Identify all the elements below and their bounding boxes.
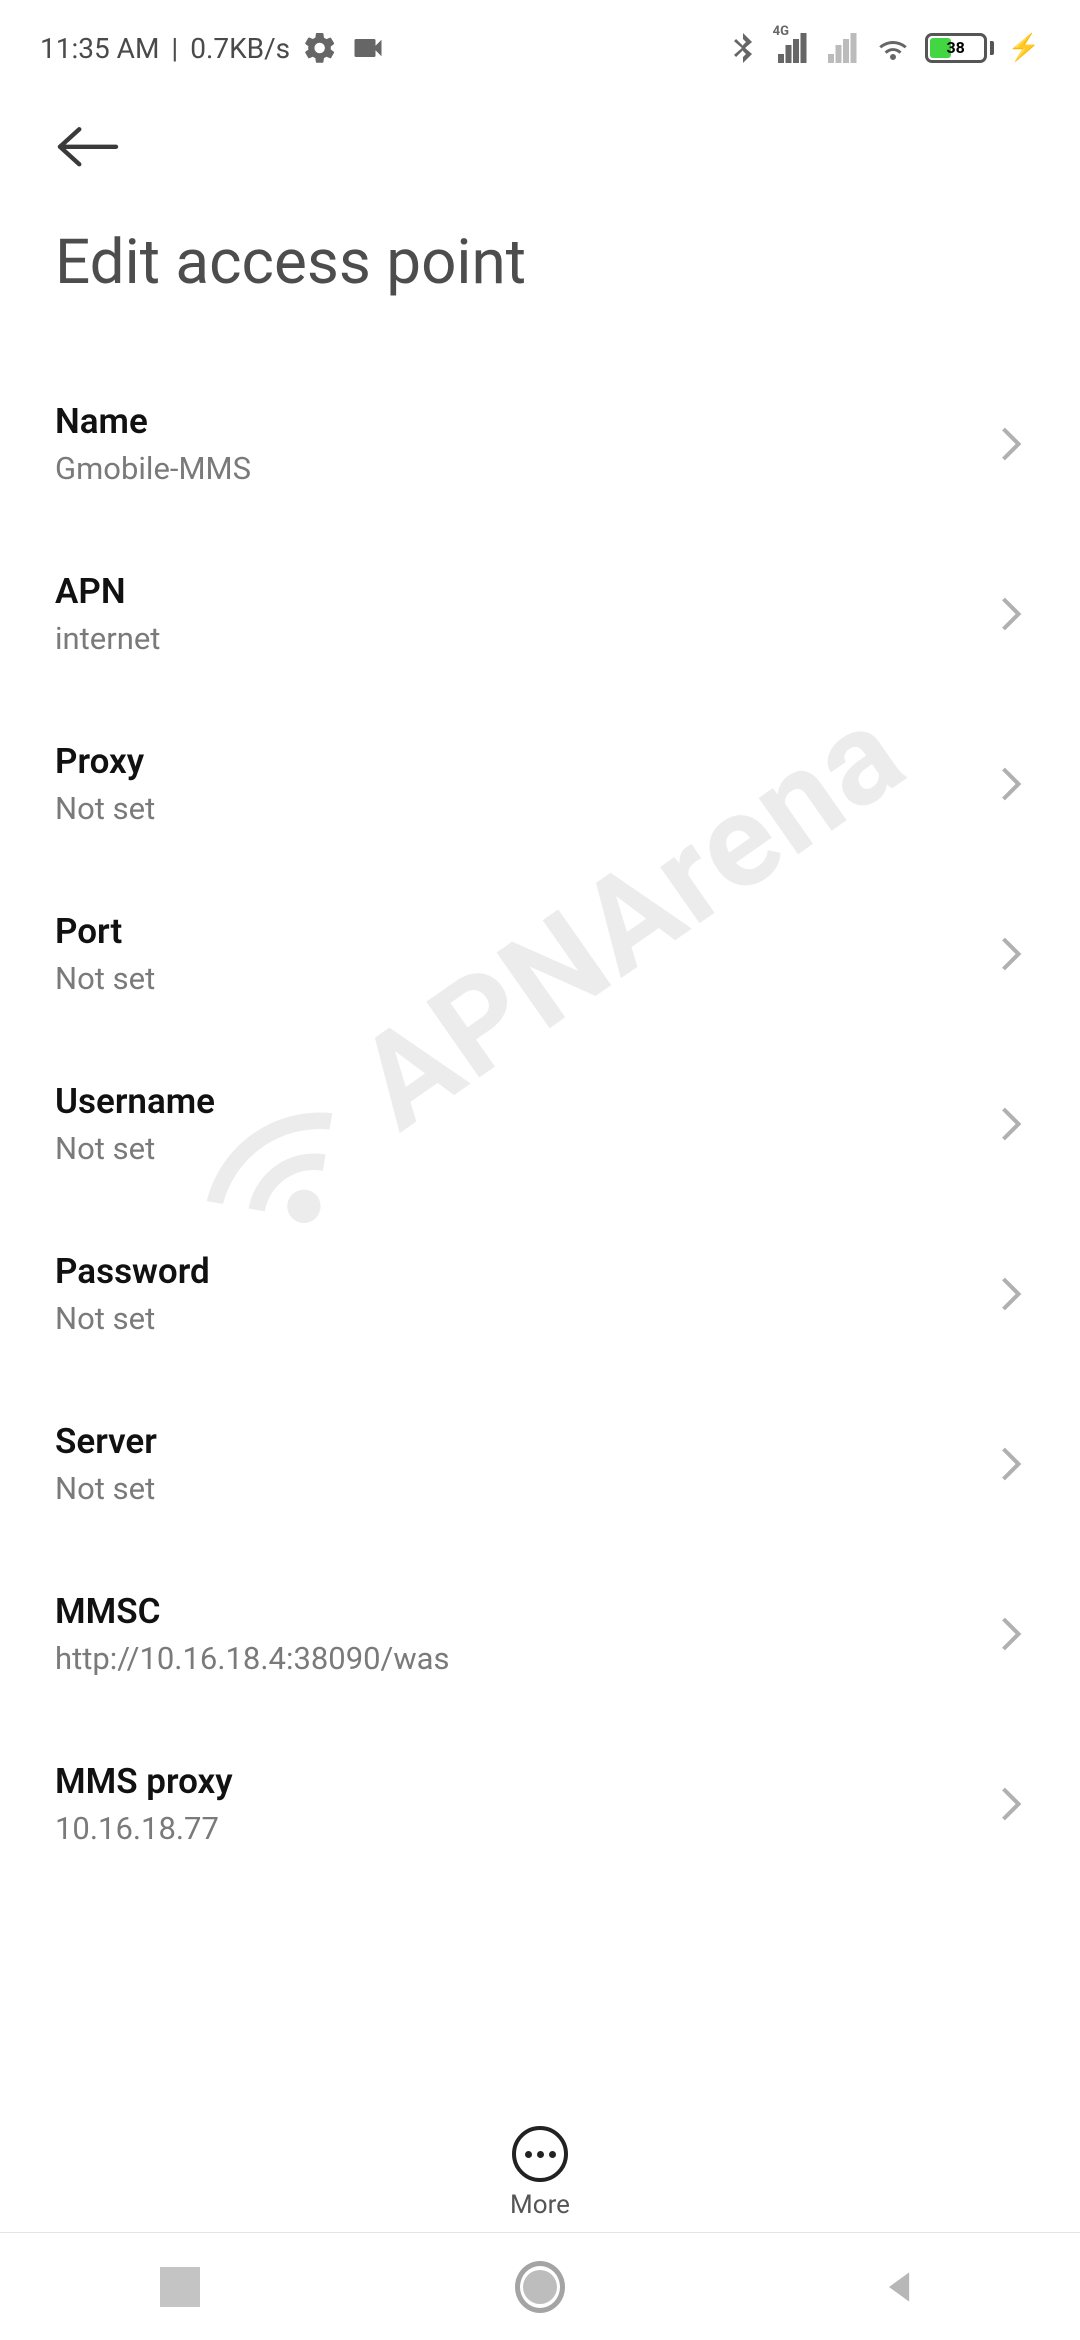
camera-icon	[350, 30, 386, 66]
setting-value: Not set	[55, 1130, 215, 1167]
status-right: 4G 38 ⚡	[725, 30, 1040, 66]
chevron-right-icon	[997, 764, 1025, 804]
back-button[interactable]	[53, 124, 123, 178]
setting-value: 10.16.18.77	[55, 1810, 233, 1847]
chevron-right-icon	[997, 1274, 1025, 1314]
status-time: 11:35 AM	[40, 32, 159, 65]
bluetooth-icon	[725, 30, 761, 66]
status-bar: 11:35 AM | 0.7KB/s 4G 38 ⚡	[0, 0, 1080, 84]
setting-value: Not set	[55, 1470, 157, 1507]
more-button[interactable]: More	[0, 2086, 1080, 2220]
setting-value: http://10.16.18.4:38090/was	[55, 1640, 450, 1677]
chevron-right-icon	[997, 1104, 1025, 1144]
setting-row-apn[interactable]: APN internet	[55, 529, 1025, 699]
setting-row-port[interactable]: Port Not set	[55, 869, 1025, 1039]
wifi-icon	[875, 30, 911, 66]
chevron-right-icon	[997, 1614, 1025, 1654]
setting-label: Proxy	[55, 741, 155, 782]
setting-row-server[interactable]: Server Not set	[55, 1379, 1025, 1549]
setting-label: APN	[55, 571, 160, 612]
setting-value: Not set	[55, 960, 155, 997]
system-nav-bar	[0, 2232, 1080, 2340]
battery-icon: 38	[925, 33, 994, 63]
setting-row-mmsc[interactable]: MMSC http://10.16.18.4:38090/was	[55, 1549, 1025, 1719]
chevron-right-icon	[997, 1444, 1025, 1484]
signal-1-icon: 4G	[775, 30, 811, 66]
nav-back-button[interactable]	[875, 2262, 925, 2312]
setting-value: Gmobile-MMS	[55, 450, 251, 487]
more-label: More	[510, 2190, 570, 2220]
setting-label: MMS proxy	[55, 1761, 233, 1802]
nav-home-button[interactable]	[515, 2262, 565, 2312]
more-icon	[512, 2126, 568, 2182]
setting-label: Port	[55, 911, 155, 952]
setting-row-proxy[interactable]: Proxy Not set	[55, 699, 1025, 869]
chevron-right-icon	[997, 1784, 1025, 1824]
setting-value: Not set	[55, 1300, 210, 1337]
setting-label: Password	[55, 1251, 210, 1292]
signal-2-icon	[825, 30, 861, 66]
status-left: 11:35 AM | 0.7KB/s	[40, 30, 386, 66]
setting-value: internet	[55, 620, 160, 657]
setting-value: Not set	[55, 790, 155, 827]
setting-label: Server	[55, 1421, 157, 1462]
setting-row-name[interactable]: Name Gmobile-MMS	[55, 359, 1025, 529]
setting-row-password[interactable]: Password Not set	[55, 1209, 1025, 1379]
page-title: Edit access point	[0, 198, 1080, 359]
charging-icon: ⚡	[1008, 33, 1040, 63]
settings-list: NameGmobile-MMSAPNinternetProxyNot setPo…	[0, 359, 1080, 2119]
gear-icon	[302, 30, 338, 66]
setting-row-mms-proxy[interactable]: MMS proxy 10.16.18.77	[55, 1719, 1025, 1889]
status-speed: 0.7KB/s	[190, 32, 290, 65]
nav-recents-button[interactable]	[155, 2262, 205, 2312]
setting-row-username[interactable]: Username Not set	[55, 1039, 1025, 1209]
setting-label: MMSC	[55, 1591, 450, 1632]
chevron-right-icon	[997, 424, 1025, 464]
setting-label: Name	[55, 401, 251, 442]
chevron-right-icon	[997, 594, 1025, 634]
setting-label: Username	[55, 1081, 215, 1122]
chevron-right-icon	[997, 934, 1025, 974]
